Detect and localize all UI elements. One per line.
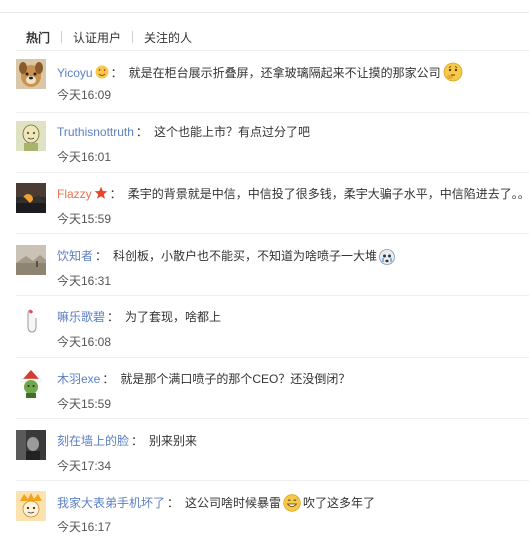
username[interactable]: Truthisnottruth [57,125,134,139]
cartoon-avatar-icon[interactable] [16,491,46,521]
comment-time: 今天16:17 [57,520,112,534]
dark-portrait-avatar-icon[interactable] [16,430,46,460]
comment-time: 今天15:59 [57,397,112,411]
username[interactable]: Flazzy [57,187,92,201]
row-divider [16,480,529,481]
row-divider [16,172,529,173]
tab-following[interactable]: 关注的人 [144,29,192,46]
comment-time: 今天17:34 [57,459,112,473]
comment-line: Flazzy ： 柔宇的背景就是中信，中信投了很多钱，柔宇大骗子水平，中信陷进去了。… [57,186,529,202]
username[interactable]: 我家大表弟手机坏了 [57,496,165,510]
comment-text: 为了套现，啥都上 [125,310,222,324]
santa-hat-avatar-icon[interactable] [16,368,46,398]
comment-time: 今天16:09 [57,88,112,102]
star-badge-icon [94,186,107,199]
finger-heart-avatar-icon[interactable] [16,306,46,336]
comment-item: 饮知者： 科创板，小散户也不能买，不知道为啥喷子一大堆 今天16:31 [0,245,529,308]
comment-filter-tabs: 热门 认证用户 关注的人 [26,27,192,47]
comment-text: 这个也能上市？有点过分了吧 [153,125,310,139]
username[interactable]: Yicoyu [57,66,93,80]
colon: ： [102,372,115,386]
username[interactable]: 饮知者 [57,249,93,263]
username[interactable]: 嘛乐歌碧 [57,310,105,324]
comment-item: Truthisnottruth： 这个也能上市？有点过分了吧 今天16:01 [0,121,529,184]
heart-eyes-emoji-icon [95,65,109,79]
tab-hot[interactable]: 热门 [26,29,50,46]
colon: ： [109,187,122,201]
username[interactable]: 木羽exe [57,372,100,386]
tabs-divider [16,50,529,51]
colon: ： [107,310,120,324]
comment-text: 就是那个满口喷子的那个CEO？还没倒闭？ [120,372,351,386]
comment-line: 饮知者： 科创板，小散户也不能买，不知道为啥喷子一大堆 [57,248,395,265]
username[interactable]: 刻在墙上的脸 [57,434,129,448]
thinking-emoji-icon [443,62,463,82]
comment-text: 就是在柜台展示折叠屏，还拿玻璃隔起来不让摸的那家公司 [128,66,441,80]
tab-separator [61,31,63,43]
row-divider [16,295,529,296]
comment-text: 别来别来 [149,434,198,448]
comment-time: 今天15:59 [57,212,112,226]
comment-line: Truthisnottruth： 这个也能上市？有点过分了吧 [57,124,310,140]
comment-item: 嘛乐歌碧： 为了套现，啥都上 今天16:08 [0,306,529,369]
comment-item: 刻在墙上的脸： 别来别来 今天17:34 [0,430,529,493]
colon: ： [131,434,144,448]
comment-item: 我家大表弟手机坏了： 这公司啥时候暴雷 吹了这多年了 今天16:17 [0,491,529,554]
crying-emoji-icon [379,249,395,265]
tab-separator [132,31,134,43]
comment-item: Flazzy ： 柔宇的背景就是中信，中信投了很多钱，柔宇大骗子水平，中信陷进去了。… [0,183,529,246]
row-divider [16,233,529,234]
row-divider [16,357,529,358]
sketch-avatar-icon[interactable] [16,121,46,151]
row-divider [16,112,529,113]
comment-time: 今天16:08 [57,335,112,349]
grinning-sweat-emoji-icon [283,494,301,512]
comment-item: 木羽exe： 就是那个满口喷子的那个CEO？还没倒闭？ 今天15:59 [0,368,529,431]
comment-line: 刻在墙上的脸： 别来别来 [57,433,197,449]
comment-line: 我家大表弟手机坏了： 这公司啥时候暴雷 吹了这多年了 [57,494,375,512]
row-divider [16,418,529,419]
colon: ： [167,496,180,510]
landscape-avatar-icon[interactable] [16,245,46,275]
tab-verified-users[interactable]: 认证用户 [73,29,121,46]
comment-time: 今天16:31 [57,274,112,288]
comment-line: 嘛乐歌碧： 为了套现，啥都上 [57,309,221,325]
dog-avatar-icon[interactable] [16,59,46,89]
comment-line: Yicoyu ： 就是在柜台展示折叠屏，还拿玻璃隔起来不让摸的那家公司 [57,62,463,82]
colon: ： [95,249,108,263]
colon: ： [110,66,123,80]
comment-text-tail: 吹了这多年了 [303,496,376,510]
comment-line: 木羽exe： 就是那个满口喷子的那个CEO？还没倒闭？ [57,371,350,387]
comment-text: 科创板，小散户也不能买，不知道为啥喷子一大堆 [113,249,378,263]
comment-time: 今天16:01 [57,150,112,164]
colon: ： [135,125,148,139]
comment-text: 这公司啥时候暴雷 [185,496,282,510]
top-divider [0,12,529,13]
comment-text: 柔宇的背景就是中信，中信投了很多钱，柔宇大骗子水平，中信陷进去了。。 [127,187,529,201]
sunset-avatar-icon[interactable] [16,183,46,213]
